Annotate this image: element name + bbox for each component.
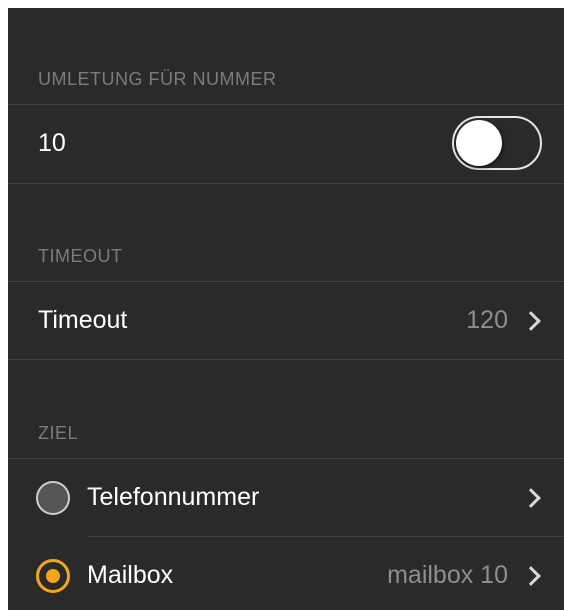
settings-screen: UMLETUNG FÜR NUMMER 10 TIMEOUT Timeout 1… [8,8,564,610]
radio-dot [46,568,60,583]
section-header-target-label: ZIEL [38,423,79,443]
radio-selected-icon[interactable] [36,558,70,593]
redirect-number-row: 10 [8,105,564,182]
toggle-knob [456,119,502,166]
timeout-value: 120 [466,306,508,334]
timeout-label: Timeout [38,306,128,334]
redirect-toggle[interactable] [452,115,542,170]
section-header-timeout: TIMEOUT [8,184,564,281]
target-option-mailbox-label: Mailbox [87,561,174,589]
section-header-redirect-label: UMLETUNG FÜR NUMMER [38,69,277,89]
target-option-mailbox-value: mailbox 10 [387,561,508,589]
target-option-phone-label: Telefonnummer [87,483,260,511]
chevron-right-icon [521,487,541,508]
radio-unselected-icon[interactable] [36,480,70,515]
section-header-target: ZIEL [8,360,564,458]
section-header-redirect: UMLETUNG FÜR NUMMER [8,8,564,104]
redirect-number-label: 10 [38,129,66,157]
timeout-row[interactable]: Timeout 120 [8,282,564,359]
target-option-phone[interactable]: Telefonnummer [8,459,564,536]
target-option-mailbox[interactable]: Mailbox mailbox 10 [8,537,564,610]
chevron-right-icon [521,310,541,331]
section-header-timeout-label: TIMEOUT [38,246,123,266]
chevron-right-icon [521,565,541,586]
